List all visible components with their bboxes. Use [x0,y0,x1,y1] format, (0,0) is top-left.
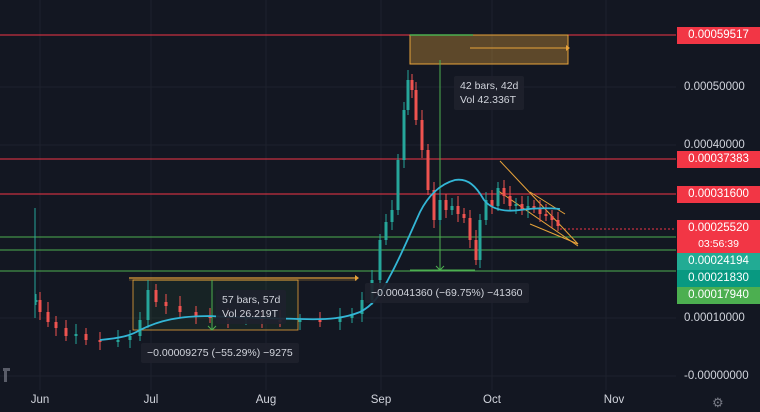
candle-body [438,200,442,220]
candle-body [462,214,466,218]
candle-body [544,214,548,216]
price-tick: 0.00040000 [684,139,745,151]
candle-body [468,218,472,240]
candle-body [556,220,560,226]
bars-count-label: 57 bars, 57d [222,294,281,306]
candle-body [164,302,168,306]
candle-body [420,120,424,150]
candle-body [378,240,382,280]
price-tag-resistance[interactable]: 0.00031600 [677,186,760,203]
candle-body [128,336,132,340]
price-tick: 0.00010000 [684,312,745,324]
candle-body [138,320,142,336]
wedge-triangle-upper[interactable] [529,191,566,215]
price-tag-support[interactable]: 0.00017940 [677,287,760,304]
candle-body [178,306,182,312]
candle-body [406,80,410,110]
candle-body [450,206,454,210]
candle-body [396,160,400,210]
candle-body [514,204,518,206]
time-tick-jul: Jul [143,394,159,406]
time-tick-jun: Jun [30,394,50,406]
candle-body [384,222,388,240]
gear-icon[interactable]: ⚙ [712,395,724,411]
bars-count-label: 42 bars, 42d [460,80,519,92]
time-tick-oct: Oct [483,394,501,406]
grid [0,0,676,390]
candle-body [84,334,88,340]
price-tick: -0.00000000 [684,370,749,382]
change-label-sep: −0.00041360 (−69.75%) −41360 [365,283,529,303]
price-tick: 0.00050000 [684,81,745,93]
candle-body [298,320,302,322]
candle-body [550,216,554,220]
candle-body [432,190,436,220]
price-tag-countdown: 03:56:39 [677,236,760,253]
candle-body [116,340,120,342]
candle-body [146,290,150,320]
candle-body [414,90,418,120]
candle-body [74,334,78,336]
candle-body [390,210,394,222]
price-tag-resistance[interactable]: 0.00037383 [677,151,760,168]
candle-body [444,200,448,210]
price-tag-current[interactable]: 0.00025520 [677,220,760,237]
candle-body [508,196,512,206]
measure-label-top: 42 bars, 42d Vol 42.336T [454,76,525,110]
candle-body [426,150,430,190]
price-chart[interactable] [0,0,760,412]
price-tag-support[interactable]: 0.00024194 [677,253,760,270]
price-tag-resistance[interactable]: 0.00059517 [677,27,760,44]
volume-label: Vol 26.219T [222,308,279,320]
candle-body [318,320,322,322]
candle-body [402,110,406,160]
candle-body [474,240,478,260]
time-tick-nov: Nov [603,394,625,406]
time-tick-sep: Sep [370,394,392,406]
candle-body [456,206,460,214]
chart-stage[interactable]: 0.00050000 0.00040000 0.00010000 -0.0000… [0,0,760,412]
time-tick-aug: Aug [255,394,277,406]
volume-label: Vol 42.336T [460,94,517,106]
price-tag-support[interactable]: 0.00021830 [677,270,760,287]
candle-body [410,80,414,90]
candle-body [154,290,158,302]
wedge-upper-line[interactable] [499,160,579,245]
candle-body [338,318,342,322]
candle-body [38,300,42,312]
wedge-triangle-lower[interactable] [529,223,579,245]
tradingview-logo[interactable] [2,366,11,384]
candle-body [54,322,58,328]
candle-body [496,188,500,206]
candle-body [64,328,68,336]
date-range-box-top[interactable] [409,34,569,65]
change-label-jul: −0.00009275 (−55.29%) −9275 [141,343,299,363]
candle-body [478,220,482,260]
candle-body [46,312,50,322]
candle-body [502,188,506,196]
measure-label-jul: 57 bars, 57d Vol 26.219T [216,290,287,324]
